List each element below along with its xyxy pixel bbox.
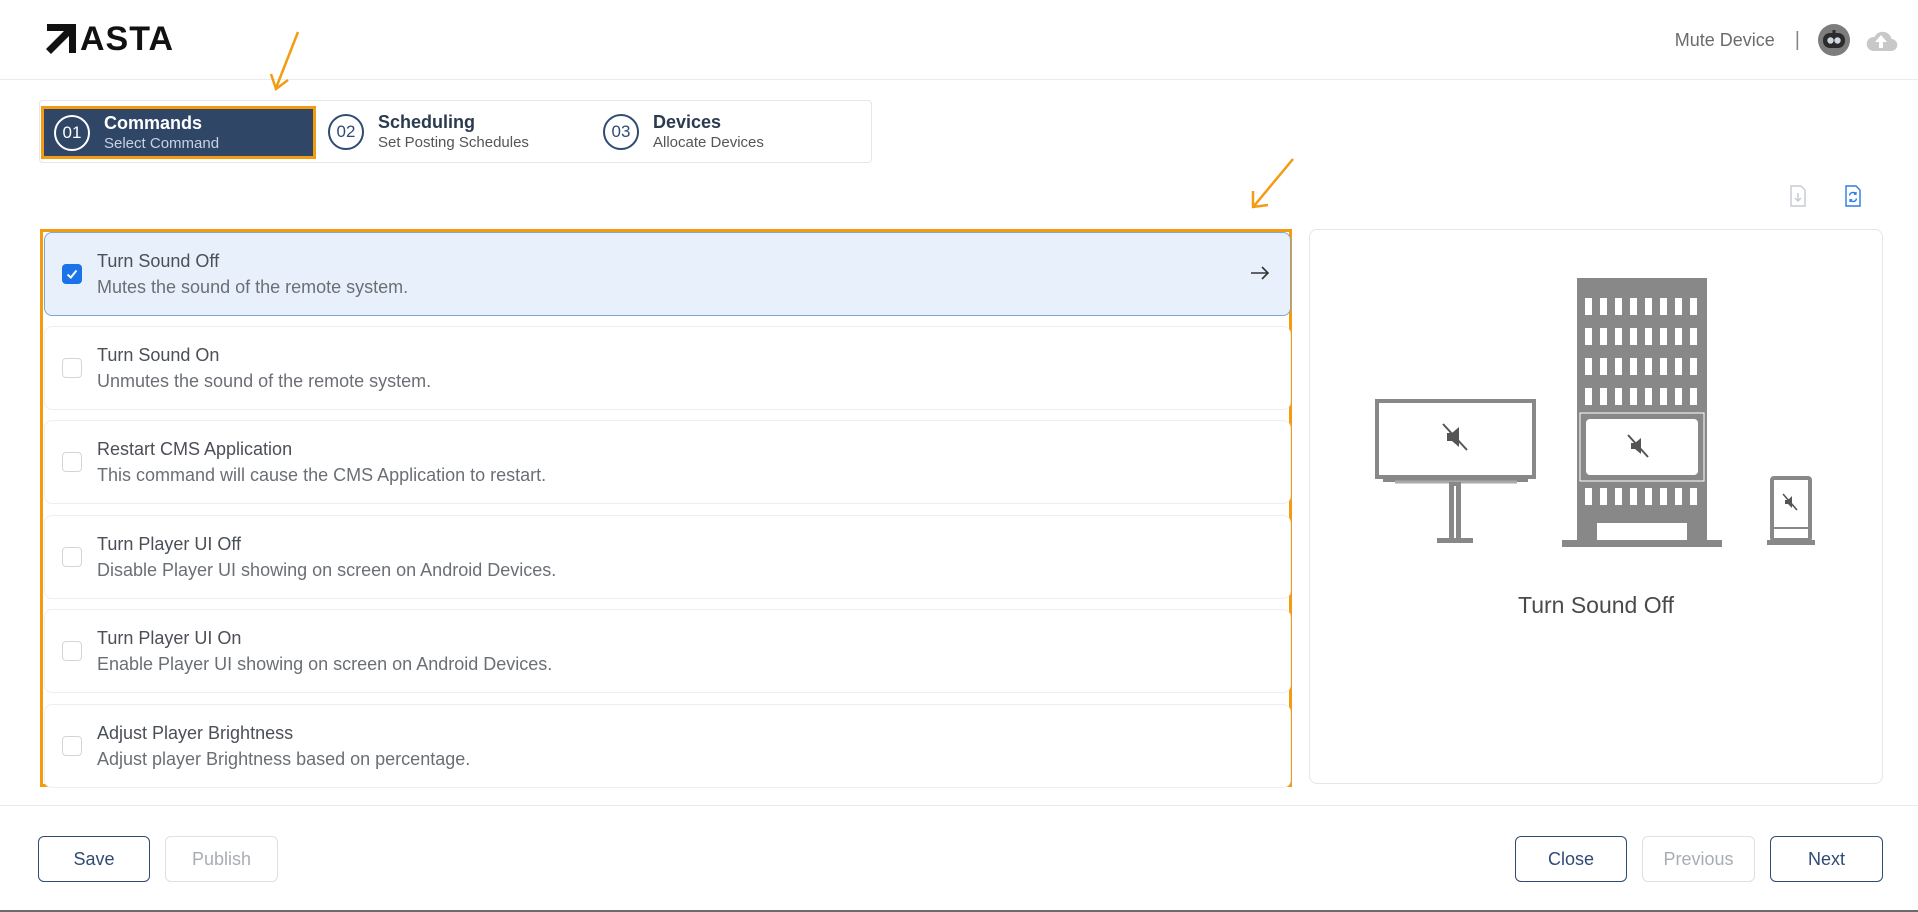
robot-avatar-icon[interactable] <box>1818 24 1850 56</box>
refresh-icon[interactable] <box>1842 184 1864 208</box>
command-checkbox[interactable] <box>62 547 82 567</box>
download-file-icon[interactable] <box>1787 184 1809 208</box>
command-description: This command will cause the CMS Applicat… <box>97 465 547 485</box>
muted-devices-illustration <box>1375 278 1815 547</box>
step-subtitle: Select Command <box>104 134 220 152</box>
page-title: Mute Device <box>1674 29 1775 50</box>
step-title: Devices <box>653 111 722 132</box>
command-checkbox[interactable] <box>62 358 82 378</box>
command-checkbox[interactable] <box>62 264 82 284</box>
command-item-restart-cms[interactable]: Restart CMS Application This command wil… <box>44 420 1291 504</box>
step-subtitle: Allocate Devices <box>653 133 764 151</box>
command-description: Adjust player Brightness based on percen… <box>97 749 471 769</box>
check-icon <box>66 269 78 279</box>
next-button[interactable]: Next <box>1770 836 1883 882</box>
command-list: Turn Sound Off Mutes the sound of the re… <box>40 229 1292 788</box>
command-item-player-ui-off[interactable]: Turn Player UI Off Disable Player UI sho… <box>44 515 1291 599</box>
cloud-upload-icon[interactable] <box>1864 27 1898 53</box>
command-item-adjust-brightness[interactable]: Adjust Player Brightness Adjust player B… <box>44 704 1291 788</box>
command-checkbox[interactable] <box>62 452 82 472</box>
command-item-turn-sound-on[interactable]: Turn Sound On Unmutes the sound of the r… <box>44 326 1291 410</box>
arrow-right-icon[interactable] <box>1248 261 1272 285</box>
command-description: Mutes the sound of the remote system. <box>97 277 409 297</box>
command-title: Turn Sound Off <box>97 251 220 271</box>
annotation-arrow-steps <box>269 31 300 92</box>
command-item-player-ui-on[interactable]: Turn Player UI On Enable Player UI showi… <box>44 609 1291 693</box>
step-devices[interactable]: 03 Devices Allocate Devices <box>591 106 861 157</box>
command-title: Turn Player UI On <box>97 628 242 648</box>
step-subtitle: Set Posting Schedules <box>378 133 529 151</box>
step-title: Commands <box>104 112 203 133</box>
close-button[interactable]: Close <box>1515 836 1627 882</box>
logo-arrow-icon <box>46 24 76 54</box>
brand-name: ASTA <box>80 20 175 58</box>
annotation-arrow-list <box>1251 158 1294 209</box>
previous-button[interactable]: Previous <box>1642 836 1755 882</box>
command-description: Unmutes the sound of the remote system. <box>97 371 432 391</box>
step-number: 01 <box>54 114 90 151</box>
command-description: Enable Player UI showing on screen on An… <box>97 654 553 674</box>
step-scheduling[interactable]: 02 Scheduling Set Posting Schedules <box>316 106 586 157</box>
preview-command-title: Turn Sound Off <box>1518 592 1674 618</box>
command-item-turn-sound-off[interactable]: Turn Sound Off Mutes the sound of the re… <box>44 232 1291 316</box>
command-description: Disable Player UI showing on screen on A… <box>97 560 557 580</box>
asta-logo[interactable]: ASTA <box>45 20 175 58</box>
save-button[interactable]: Save <box>38 836 150 882</box>
step-title: Scheduling <box>378 111 476 132</box>
publish-button[interactable]: Publish <box>165 836 278 882</box>
command-checkbox[interactable] <box>62 641 82 661</box>
footer-bar: Save Publish Close Previous Next <box>0 805 1918 912</box>
command-checkbox[interactable] <box>62 736 82 756</box>
wizard-stepper: 01 Commands Select Command 02 Scheduling… <box>39 100 872 163</box>
step-number: 03 <box>603 113 639 150</box>
command-title: Turn Sound On <box>97 345 220 365</box>
command-preview-panel: Turn Sound Off <box>1309 229 1883 784</box>
command-title: Turn Player UI Off <box>97 534 242 554</box>
header-right: Mute Device | <box>1675 24 1898 56</box>
step-number: 02 <box>328 113 364 150</box>
step-commands[interactable]: 01 Commands Select Command <box>41 106 316 159</box>
header-separator: | <box>1794 28 1800 51</box>
command-title: Restart CMS Application <box>97 439 293 459</box>
command-title: Adjust Player Brightness <box>97 723 294 743</box>
